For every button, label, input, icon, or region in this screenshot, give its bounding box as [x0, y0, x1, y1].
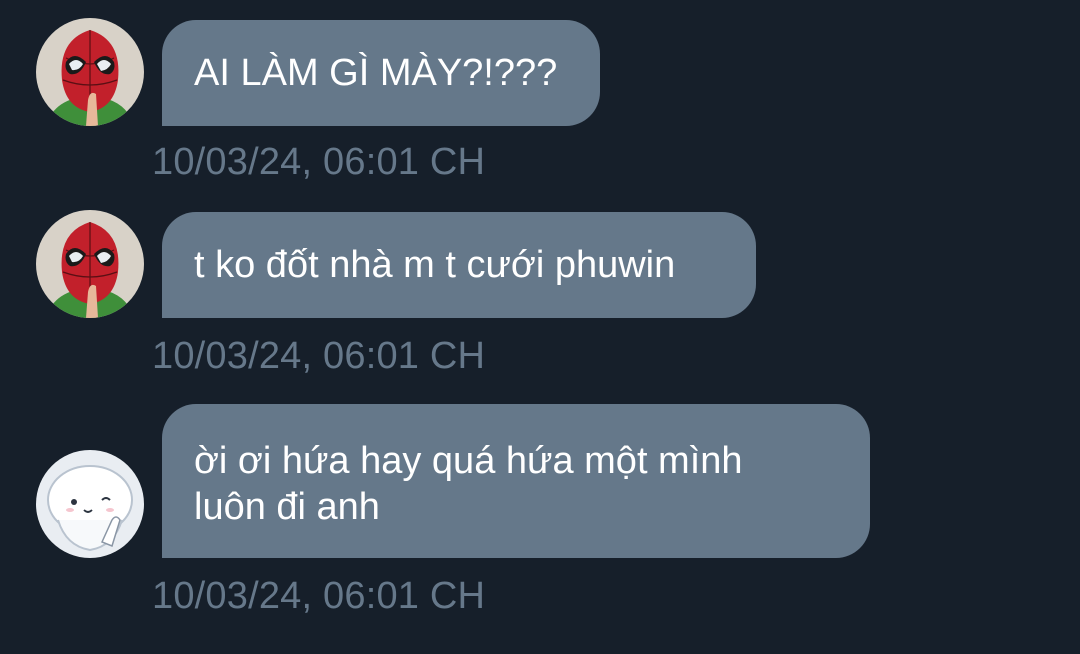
message-bubble[interactable]: ời ơi hứa hay quá hứa một mình luôn đi a… — [162, 404, 870, 558]
message-text-line: t ko đốt nhà m t cưới phuwin — [194, 244, 676, 286]
message-thread: AI LÀM GÌ MÀY?!??? 10/03/24, 06:01 CH t … — [0, 0, 1080, 654]
spiderman-mask-avatar-icon — [36, 210, 144, 318]
message-timestamp: 10/03/24, 06:01 CH — [152, 575, 486, 617]
sender-avatar[interactable] — [36, 18, 144, 126]
message-timestamp: 10/03/24, 06:01 CH — [152, 141, 486, 183]
message-bubble[interactable]: AI LÀM GÌ MÀY?!??? — [162, 20, 600, 126]
message-text-line: luôn đi anh — [194, 486, 380, 528]
message-bubble[interactable]: t ko đốt nhà m t cưới phuwin — [162, 212, 756, 318]
sender-avatar[interactable] — [36, 450, 144, 558]
message-text-line: AI LÀM GÌ MÀY?!??? — [194, 52, 558, 94]
message-text-line: ời ơi hứa hay quá hứa một mình — [194, 440, 743, 482]
white-mascot-avatar-icon — [36, 450, 144, 558]
message-timestamp: 10/03/24, 06:01 CH — [152, 335, 486, 377]
spiderman-mask-avatar-icon — [36, 18, 144, 126]
sender-avatar[interactable] — [36, 210, 144, 318]
